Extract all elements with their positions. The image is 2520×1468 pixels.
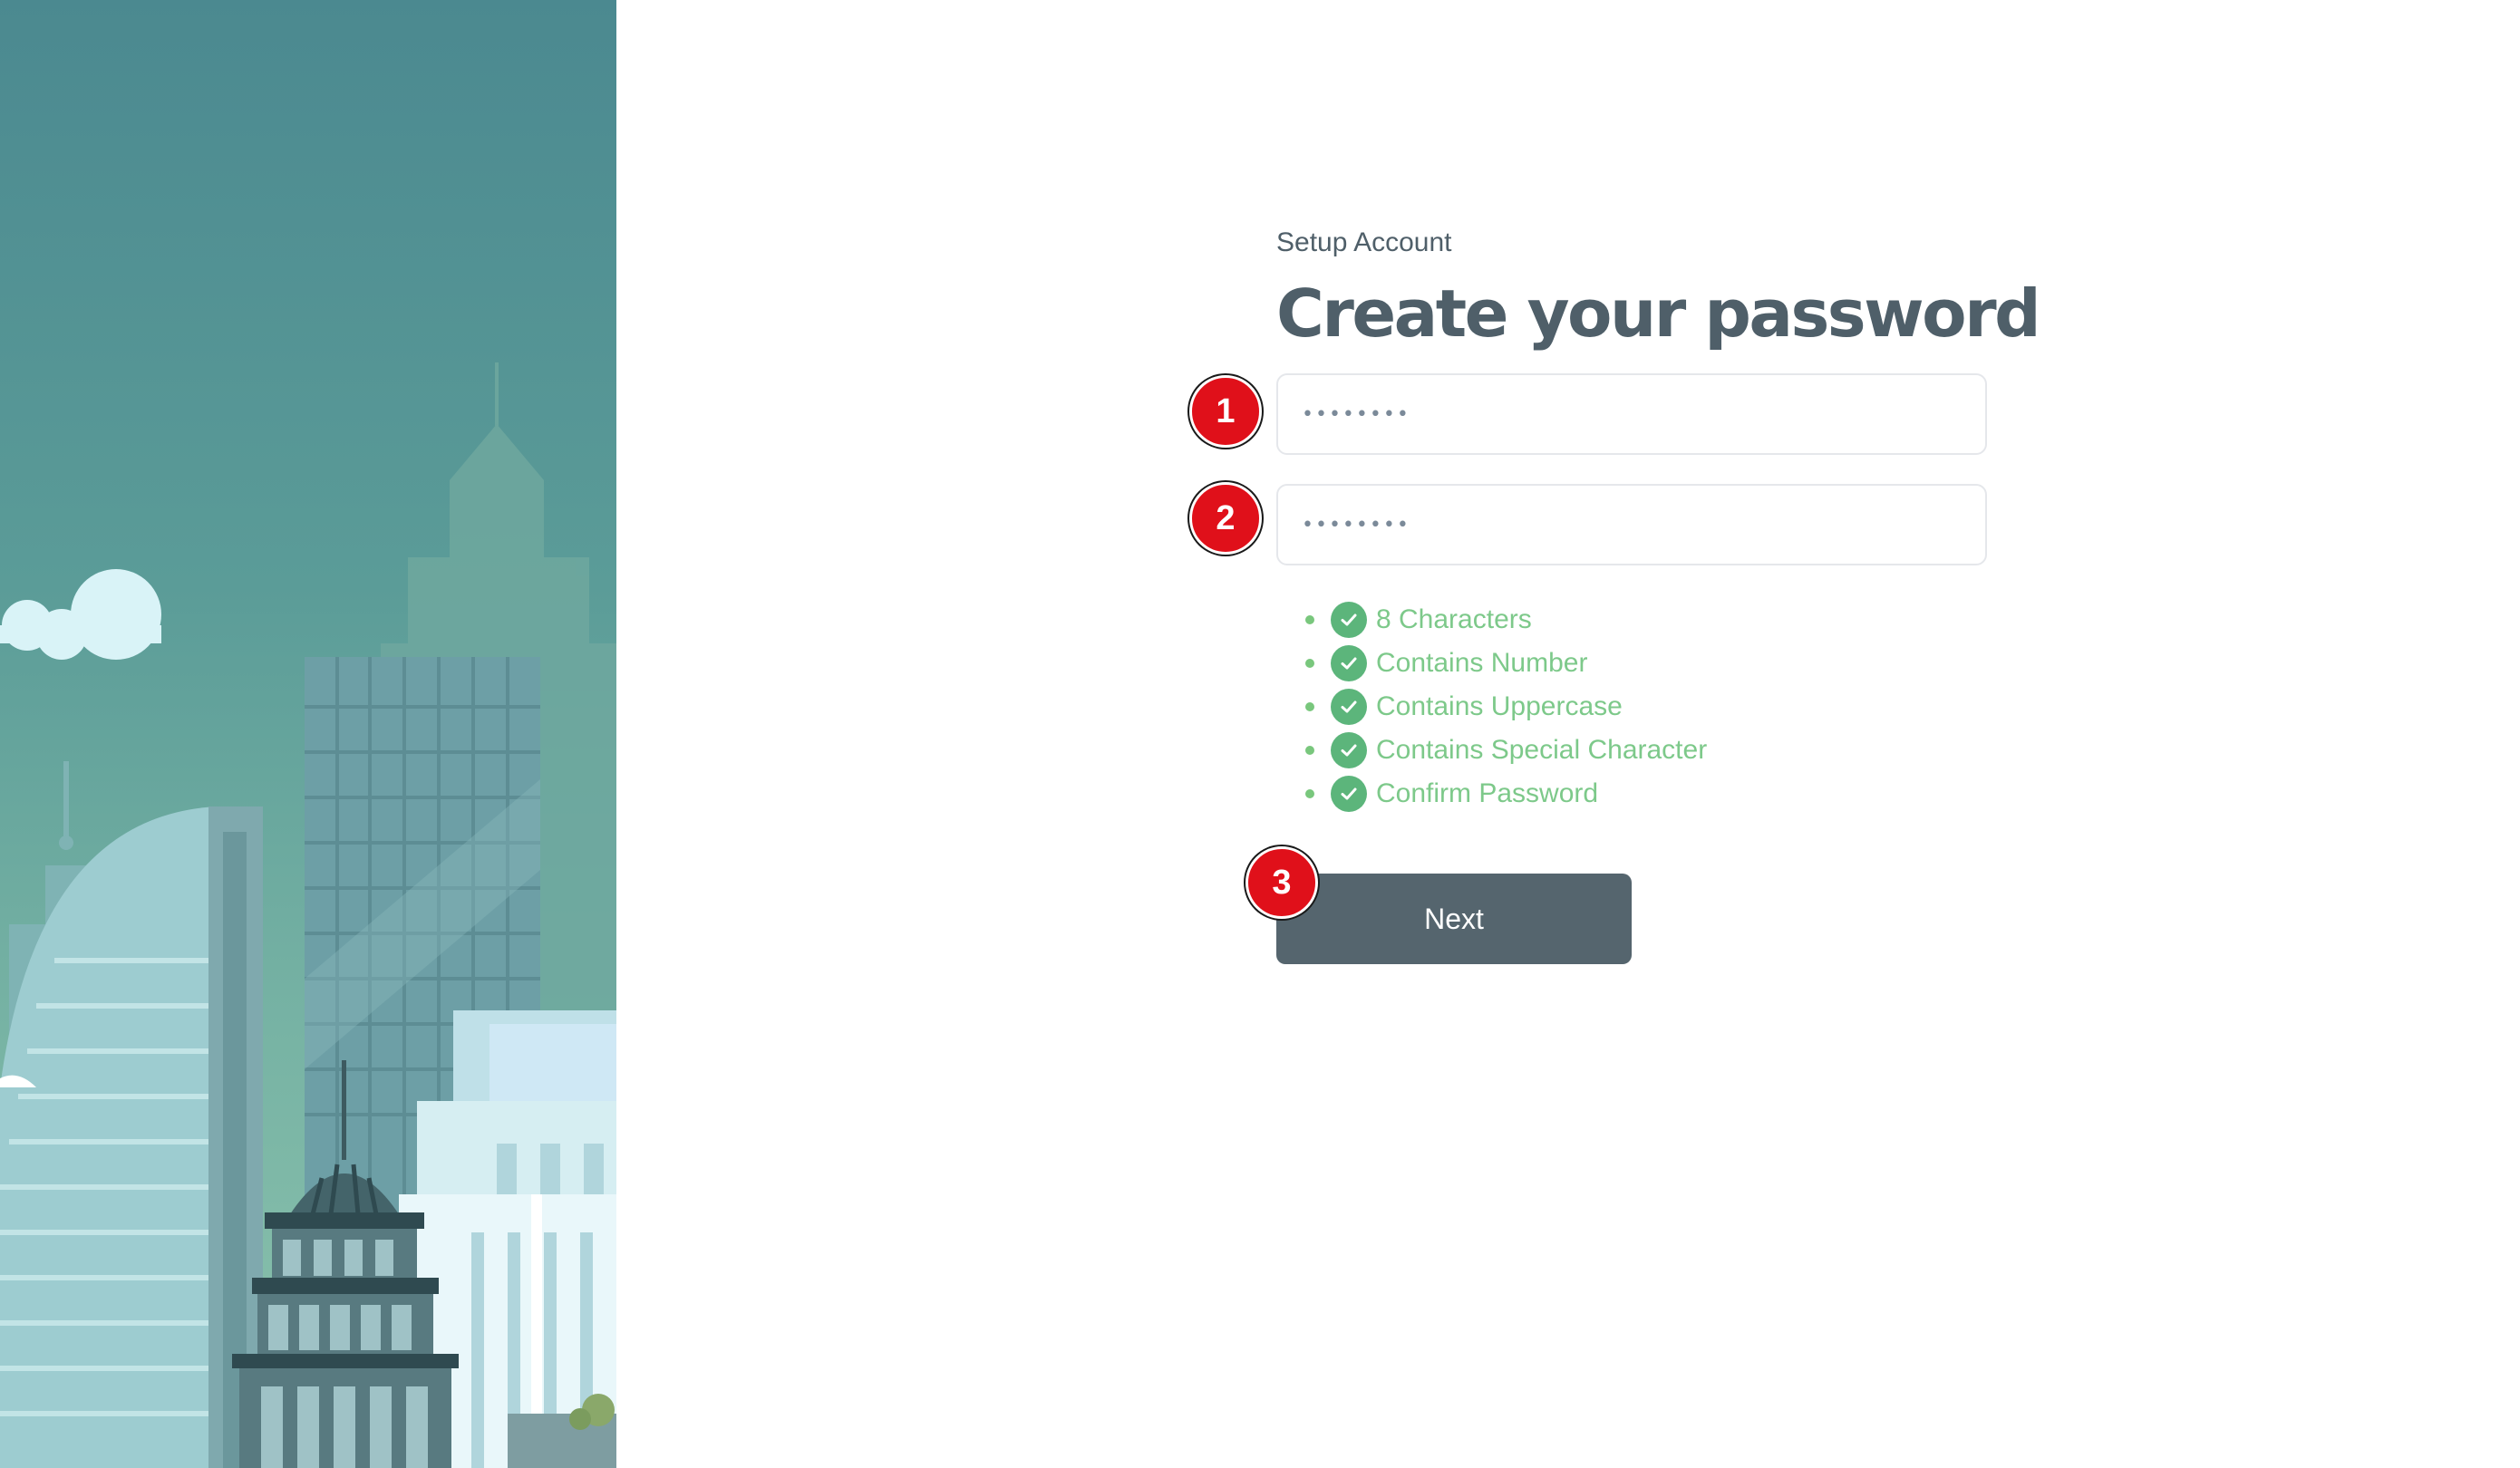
requirement-8-characters: 8 Characters (1305, 598, 1707, 642)
check-circle-icon (1331, 602, 1367, 638)
bullet-icon (1305, 746, 1314, 755)
check-circle-icon (1331, 732, 1367, 768)
bullet-icon (1305, 789, 1314, 798)
setup-account-label: Setup Account (1276, 227, 1452, 257)
city-skyline-graphic (0, 362, 616, 1468)
requirement-label: Contains Uppercase (1376, 691, 1623, 721)
bullet-icon (1305, 659, 1314, 668)
check-circle-icon (1331, 689, 1367, 725)
confirm-password-input[interactable] (1276, 484, 1987, 565)
page-title: Create your password (1276, 275, 2041, 352)
password-requirements-list: 8 Characters Contains Number Contains Up… (1305, 598, 1707, 816)
next-button[interactable]: Next (1276, 874, 1632, 964)
step-marker-2: 2 (1189, 482, 1262, 555)
city-illustration (0, 0, 616, 1468)
step-marker-3: 3 (1245, 846, 1318, 919)
step-marker-1: 1 (1189, 375, 1262, 448)
password-form: Setup Account Create your password 8 Cha… (1276, 227, 2041, 964)
requirement-special-character: Contains Special Character (1305, 729, 1707, 772)
bullet-icon (1305, 702, 1314, 711)
requirement-label: Contains Special Character (1376, 735, 1708, 765)
requirement-label: Contains Number (1376, 648, 1588, 678)
requirement-contains-number: Contains Number (1305, 642, 1707, 685)
page: Setup Account Create your password 8 Cha… (0, 0, 2520, 1468)
requirement-label: 8 Characters (1376, 604, 1532, 634)
bullet-icon (1305, 615, 1314, 624)
requirement-confirm-password: Confirm Password (1305, 772, 1707, 816)
requirement-label: Confirm Password (1376, 778, 1599, 808)
password-input[interactable] (1276, 373, 1987, 455)
requirement-contains-uppercase: Contains Uppercase (1305, 685, 1707, 729)
check-circle-icon (1331, 645, 1367, 681)
check-circle-icon (1331, 776, 1367, 812)
